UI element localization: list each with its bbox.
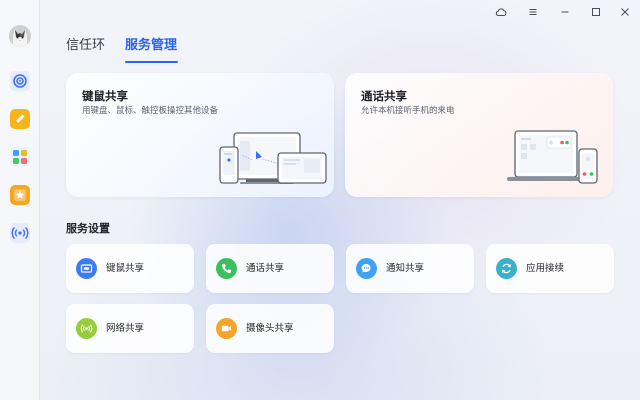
- tab-trust-ring[interactable]: 信任环: [66, 37, 105, 55]
- feature-card-subtitle: 允许本机接听手机的来电: [361, 106, 455, 116]
- message-icon: [356, 258, 377, 279]
- service-label: 通话共享: [246, 263, 285, 274]
- wireless-icon: [10, 223, 30, 243]
- menu-icon: [529, 9, 537, 15]
- sidebar-item-favorites[interactable]: [10, 185, 30, 205]
- close-button[interactable]: [618, 5, 632, 19]
- multi-device-illustration: [219, 132, 327, 184]
- service-label: 摄像头共享: [246, 323, 294, 334]
- minimize-button[interactable]: [558, 5, 572, 19]
- sidebar-item-trust-ring[interactable]: [10, 71, 30, 91]
- sidebar-item-wireless[interactable]: [10, 223, 30, 243]
- minimize-icon: [561, 11, 569, 13]
- service-label: 网络共享: [106, 323, 145, 334]
- feature-card-title: 通话共享: [361, 89, 407, 103]
- maximize-icon: [592, 8, 600, 16]
- feature-card-title: 键鼠共享: [82, 89, 128, 103]
- network-icon: [76, 318, 97, 339]
- service-card-continuity[interactable]: 应用接续: [486, 244, 614, 293]
- service-card-call[interactable]: 通话共享: [206, 244, 334, 293]
- pencil-icon: [10, 109, 30, 129]
- cloud-icon: [495, 8, 507, 16]
- service-card-camera[interactable]: 摄像头共享: [206, 304, 334, 353]
- sidebar: [0, 0, 40, 400]
- service-card-network[interactable]: 网络共享: [66, 304, 194, 353]
- phone-icon: [216, 258, 237, 279]
- sidebar-item-apps[interactable]: [10, 147, 30, 167]
- call-sharing-illustration: [507, 130, 598, 184]
- keyboard-mouse-icon: [76, 258, 97, 279]
- section-title: 服务设置: [66, 222, 110, 235]
- service-label: 键鼠共享: [106, 263, 145, 274]
- close-icon: [621, 8, 629, 16]
- maximize-button[interactable]: [589, 5, 603, 19]
- active-tab-indicator: [125, 61, 178, 63]
- cloud-button[interactable]: [494, 5, 508, 19]
- apps-grid-icon: [10, 147, 30, 167]
- cat-avatar-icon: [9, 25, 31, 47]
- feature-card-keyboard-mouse[interactable]: 键鼠共享 用键盘、鼠标、触控板操控其他设备: [66, 73, 334, 197]
- feature-card-subtitle: 用键盘、鼠标、触控板操控其他设备: [82, 106, 219, 116]
- continuity-icon: [496, 258, 517, 279]
- service-label: 通知共享: [386, 263, 425, 274]
- service-label: 应用接续: [526, 263, 565, 274]
- camera-icon: [216, 318, 237, 339]
- feature-card-call-sharing[interactable]: 通话共享 允许本机接听手机的来电: [345, 73, 613, 197]
- sidebar-item-notes[interactable]: [10, 109, 30, 129]
- service-card-notification[interactable]: 通知共享: [346, 244, 474, 293]
- menu-button[interactable]: [526, 5, 540, 19]
- tab-service-management[interactable]: 服务管理: [125, 37, 177, 55]
- avatar[interactable]: [9, 25, 31, 47]
- service-card-keyboard-mouse[interactable]: 键鼠共享: [66, 244, 194, 293]
- star-icon: [10, 185, 30, 205]
- sync-rings-icon: [10, 71, 30, 91]
